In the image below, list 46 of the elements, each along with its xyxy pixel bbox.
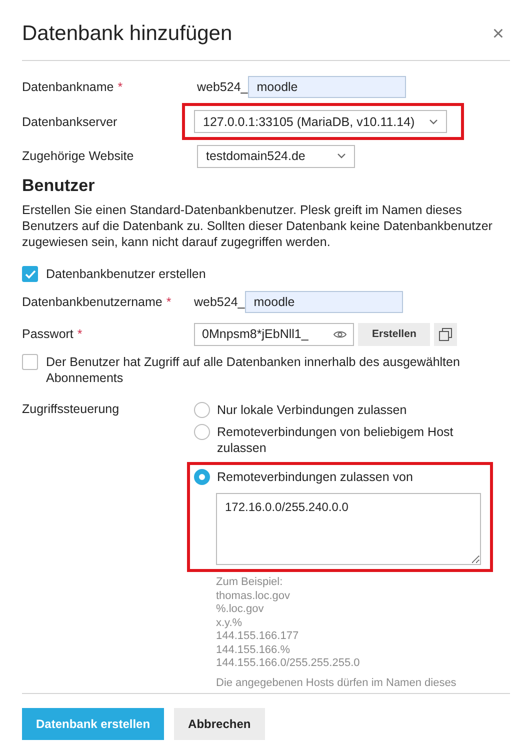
hint-text: thomas.loc.gov	[216, 590, 291, 603]
required-mark: *	[77, 327, 82, 341]
password-field[interactable]: 0Mnpsm8*jEbNll1_	[194, 322, 354, 346]
checkbox[interactable]	[22, 354, 38, 370]
field-label: Zugriffssteuerung	[22, 402, 120, 416]
chevron-down-icon	[337, 153, 346, 159]
hint-text: Zum Beispiel:	[216, 576, 284, 590]
checkbox[interactable]	[22, 266, 38, 282]
hint-text: 144.155.166.%	[216, 644, 292, 657]
hint-text: 144.155.166.177	[216, 630, 300, 644]
name-input[interactable]: moodle	[244, 291, 403, 313]
checkbox-label: Der Benutzer hat Zugriff auf alle Datenbanken innerhalb des ausgewählten Abonnements	[46, 354, 461, 386]
hint-text: 144.155.166.0/255.255.255.0	[216, 657, 361, 670]
hint-text: %.loc.gov	[216, 603, 265, 616]
name-prefix: web524_	[197, 80, 248, 94]
cancel-button[interactable]: Abbrechen	[174, 708, 265, 740]
hint-text: Die angegebenen Hosts dürfen im Namen dieses	[216, 676, 458, 690]
generate-button[interactable]: Erstellen	[358, 322, 430, 346]
hint-text: x.y.%	[216, 616, 244, 630]
field-label: Datenbankserver	[22, 114, 118, 128]
close-button[interactable]: ×	[486, 22, 510, 46]
field-label: Passwort	[22, 327, 74, 341]
required-mark: *	[166, 295, 172, 309]
radio-label: Remoteverbindungen zulassen von	[217, 469, 413, 485]
field-label: Datenbankbenutzername	[22, 295, 162, 309]
field-label: Datenbankname	[22, 80, 114, 94]
copy-icon	[439, 328, 452, 340]
section-heading: Benutzer	[22, 176, 96, 196]
copy-button[interactable]	[434, 322, 458, 346]
radio-button[interactable]	[194, 424, 210, 440]
dialog-title: Datenbank hinzufügen	[22, 22, 232, 46]
checkbox-label: Datenbankbenutzer erstellen	[46, 266, 206, 282]
eye-icon	[333, 330, 347, 338]
section-description: Erstellen Sie einen Standard-Datenbankbenutzer. Plesk greift im Namen dieses Benutzers auf die Datenbank zu. Sollten dieser Datenbank keine Datenbankbenutzer zugewiesen sein, kann nicht darauf zugegriffen werden.	[22, 202, 494, 250]
chevron-down-icon	[428, 118, 438, 124]
name-prefix: web524_	[194, 295, 245, 309]
name-input[interactable]: moodle	[248, 76, 406, 98]
select-field[interactable]: testdomain524.de	[197, 144, 355, 168]
required-mark: *	[118, 80, 123, 94]
radio-button[interactable]	[194, 402, 210, 418]
hosts-textarea[interactable]: 172.16.0.0/255.240.0.0	[216, 493, 481, 565]
select-field[interactable]: 127.0.0.1:33105 (MariaDB, v10.11.14)	[194, 110, 447, 133]
radio-label: Remoteverbindungen von beliebigem Host zulassen	[217, 424, 454, 456]
radio-button[interactable]	[194, 469, 210, 485]
field-label: Zugehörige Website	[22, 149, 134, 163]
radio-label: Nur lokale Verbindungen zulassen	[217, 402, 407, 418]
